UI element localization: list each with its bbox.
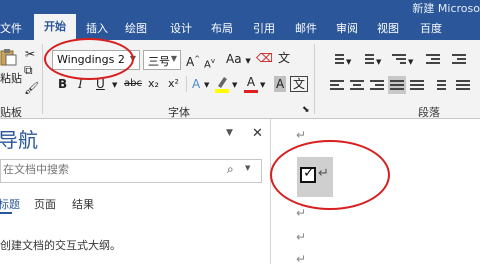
group-divider <box>314 44 315 114</box>
tab-view[interactable]: 视图 <box>377 20 399 36</box>
tab-headings[interactable]: 标题 <box>0 196 20 212</box>
dialog-launcher-icon[interactable]: ⬊ <box>302 102 310 118</box>
align-center-icon[interactable] <box>350 78 364 92</box>
character-border-button[interactable]: 文 <box>290 76 309 92</box>
tab-start[interactable]: 开始 <box>34 14 76 40</box>
nav-hint-text: 创建文档的交互式大纲。 <box>0 239 121 252</box>
grow-font-button[interactable]: A^ <box>186 51 200 70</box>
cut-icon[interactable]: ✂ <box>25 46 35 62</box>
align-left-icon[interactable] <box>330 78 344 92</box>
shrink-font-icon: A <box>204 59 211 71</box>
increase-indent-icon[interactable] <box>452 52 466 66</box>
nav-options-chevron-icon[interactable]: ▼ <box>226 128 233 138</box>
line-spacing-icon[interactable] <box>432 78 446 92</box>
tab-help[interactable]: 百度 <box>420 20 442 36</box>
annotation-oval-checkbox <box>270 140 390 210</box>
nav-search-box[interactable]: ⌕ ▼ <box>0 159 262 183</box>
phonetic-guide-icon: 文 <box>278 51 291 65</box>
paragraph-group-label: 段落 <box>418 106 440 119</box>
chevron-down-icon: ▼ <box>245 57 251 65</box>
clipboard-paste-icon[interactable] <box>0 48 18 66</box>
chevron-down-icon[interactable]: ▼ <box>232 77 237 93</box>
paragraph-mark: ↵ <box>296 230 307 244</box>
window-title: 新建 Microso <box>412 2 480 15</box>
clipboard-group-label: 贴板 <box>0 106 22 119</box>
multilevel-list-icon[interactable] <box>392 52 406 66</box>
chevron-down-icon[interactable]: ▼ <box>346 54 351 70</box>
align-right-icon[interactable] <box>370 78 384 92</box>
tab-file[interactable]: 文件 <box>0 20 22 36</box>
tab-references[interactable]: 引用 <box>253 20 275 36</box>
search-icon[interactable]: ⌕ <box>227 162 234 177</box>
shading-icon[interactable] <box>456 78 470 92</box>
tab-pages[interactable]: 页面 <box>34 196 56 212</box>
group-divider <box>42 44 43 114</box>
shrink-font-button[interactable]: Av <box>204 53 215 73</box>
phonetic-guide-button[interactable]: 文 <box>278 50 290 66</box>
font-size-value: 三号 <box>148 55 170 68</box>
font-color-icon: A <box>246 75 256 89</box>
font-color-button[interactable]: A <box>244 74 258 94</box>
subscript-button[interactable]: x₂ <box>148 76 159 92</box>
tab-draw[interactable]: 绘图 <box>125 20 147 36</box>
highlighter-icon[interactable] <box>214 74 230 94</box>
group-divider <box>186 76 187 92</box>
paste-label[interactable]: 粘贴 <box>0 70 22 86</box>
decrease-indent-icon[interactable] <box>426 52 440 66</box>
bullets-icon[interactable] <box>330 52 344 66</box>
active-tab-indicator <box>0 212 12 214</box>
change-case-button[interactable]: Aa ▼ <box>226 51 251 69</box>
annotation-oval-font-name <box>44 38 134 80</box>
font-size-combobox[interactable]: 三号 ▼ <box>143 50 181 70</box>
font-group-label: 字体 <box>168 106 190 119</box>
tab-mailings[interactable]: 邮件 <box>295 20 317 36</box>
chevron-down-icon[interactable]: ▼ <box>376 54 381 70</box>
chevron-down-icon[interactable]: ▼ <box>112 77 117 93</box>
clear-format-icon[interactable]: ⌫ <box>256 50 273 66</box>
change-case-icon: Aa <box>226 52 242 66</box>
tab-design[interactable]: 设计 <box>170 20 192 36</box>
numbering-icon[interactable] <box>360 52 374 66</box>
chevron-down-icon[interactable]: ▼ <box>260 77 265 93</box>
chevron-down-icon[interactable]: ▼ <box>204 77 209 93</box>
distributed-icon[interactable] <box>410 78 424 92</box>
tab-layout[interactable]: 布局 <box>211 20 233 36</box>
paragraph-mark: ↵ <box>296 206 307 220</box>
tab-results[interactable]: 结果 <box>72 196 94 212</box>
tab-insert[interactable]: 插入 <box>86 20 108 36</box>
text-effects-button[interactable]: A <box>192 76 200 92</box>
close-icon[interactable]: ✕ <box>252 126 263 141</box>
chevron-down-icon[interactable]: ▼ <box>171 54 177 63</box>
paragraph-mark: ↵ <box>296 128 307 142</box>
tab-review[interactable]: 审阅 <box>336 20 358 36</box>
character-shading-button[interactable]: A <box>274 76 287 92</box>
grow-font-icon: A <box>186 55 195 69</box>
copy-icon[interactable]: ⧉ <box>24 62 33 78</box>
nav-pane-title: 导航 <box>0 128 38 152</box>
chevron-down-icon[interactable]: ▼ <box>408 54 413 70</box>
search-input[interactable] <box>1 162 225 177</box>
strikethrough-button[interactable]: abc <box>124 76 142 92</box>
chevron-down-icon[interactable]: ▼ <box>245 164 250 172</box>
bold-button[interactable]: B <box>58 76 67 92</box>
format-painter-icon[interactable]: 🖌 <box>24 80 39 96</box>
justify-icon[interactable] <box>388 76 406 94</box>
superscript-button[interactable]: x² <box>168 76 179 92</box>
